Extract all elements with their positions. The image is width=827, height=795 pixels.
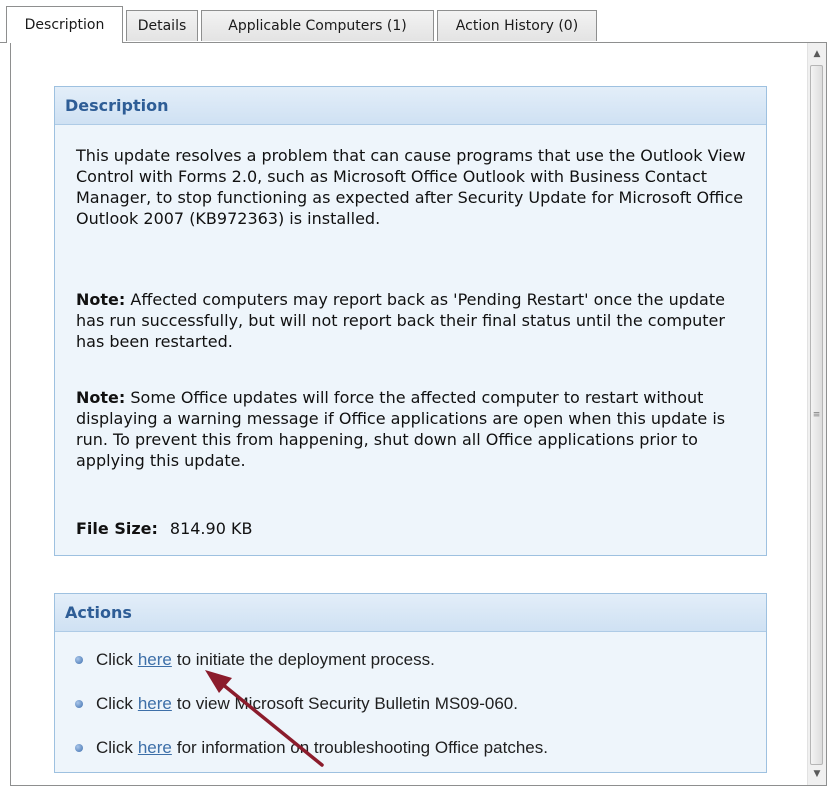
scroll-up-icon[interactable]: ▲ [808,45,826,63]
action-item-bulletin: Click here to view Microsoft Security Bu… [75,692,518,716]
action-prefix: Click [96,694,133,713]
tab-bar: Description Details Applicable Computers… [0,6,827,43]
actions-panel-title: Actions [55,594,766,632]
description-paragraph: This update resolves a problem that can … [76,146,746,228]
note-restart: Note: Affected computers may report back… [76,289,741,352]
tab-action-history[interactable]: Action History (0) [437,10,597,41]
bullet-icon [75,700,83,708]
description-panel: Description This update resolves a probl… [54,86,767,556]
bullet-icon [75,656,83,664]
action-text: to initiate the deployment process. [176,650,435,669]
action-text: to view Microsoft Security Bulletin MS09… [176,694,518,713]
troubleshooting-link[interactable]: here [138,738,172,758]
grip-icon: ≡ [812,409,821,420]
note-force-restart: Note: Some Office updates will force the… [76,387,756,471]
note-text: Affected computers may report back as 'P… [76,290,725,351]
vertical-scrollbar[interactable]: ▲ ≡ ▼ [807,43,826,785]
tab-details[interactable]: Details [126,10,198,41]
deploy-link[interactable]: here [138,650,172,670]
file-size-value: 814.90 KB [169,519,253,538]
bullet-icon [75,744,83,752]
action-item-troubleshooting: Click here for information on troublesho… [75,736,548,760]
content-pane: Description This update resolves a probl… [10,42,827,786]
note-label: Note: [76,388,126,407]
action-text: for information on troubleshooting Offic… [176,738,548,757]
tab-description[interactable]: Description [6,6,123,43]
file-size-label: File Size: [76,519,158,538]
scroll-thumb[interactable]: ≡ [810,65,823,765]
file-size: File Size: 814.90 KB [76,519,252,538]
note-text: Some Office updates will force the affec… [76,388,726,470]
scroll-down-icon[interactable]: ▼ [808,765,826,783]
tab-applicable-computers[interactable]: Applicable Computers (1) [201,10,434,41]
description-panel-title: Description [55,87,766,125]
security-bulletin-link[interactable]: here [138,694,172,714]
action-item-deploy: Click here to initiate the deployment pr… [75,648,435,672]
note-label: Note: [76,290,126,309]
action-prefix: Click [96,738,133,757]
actions-panel: Actions Click here to initiate the deplo… [54,593,767,773]
action-prefix: Click [96,650,133,669]
